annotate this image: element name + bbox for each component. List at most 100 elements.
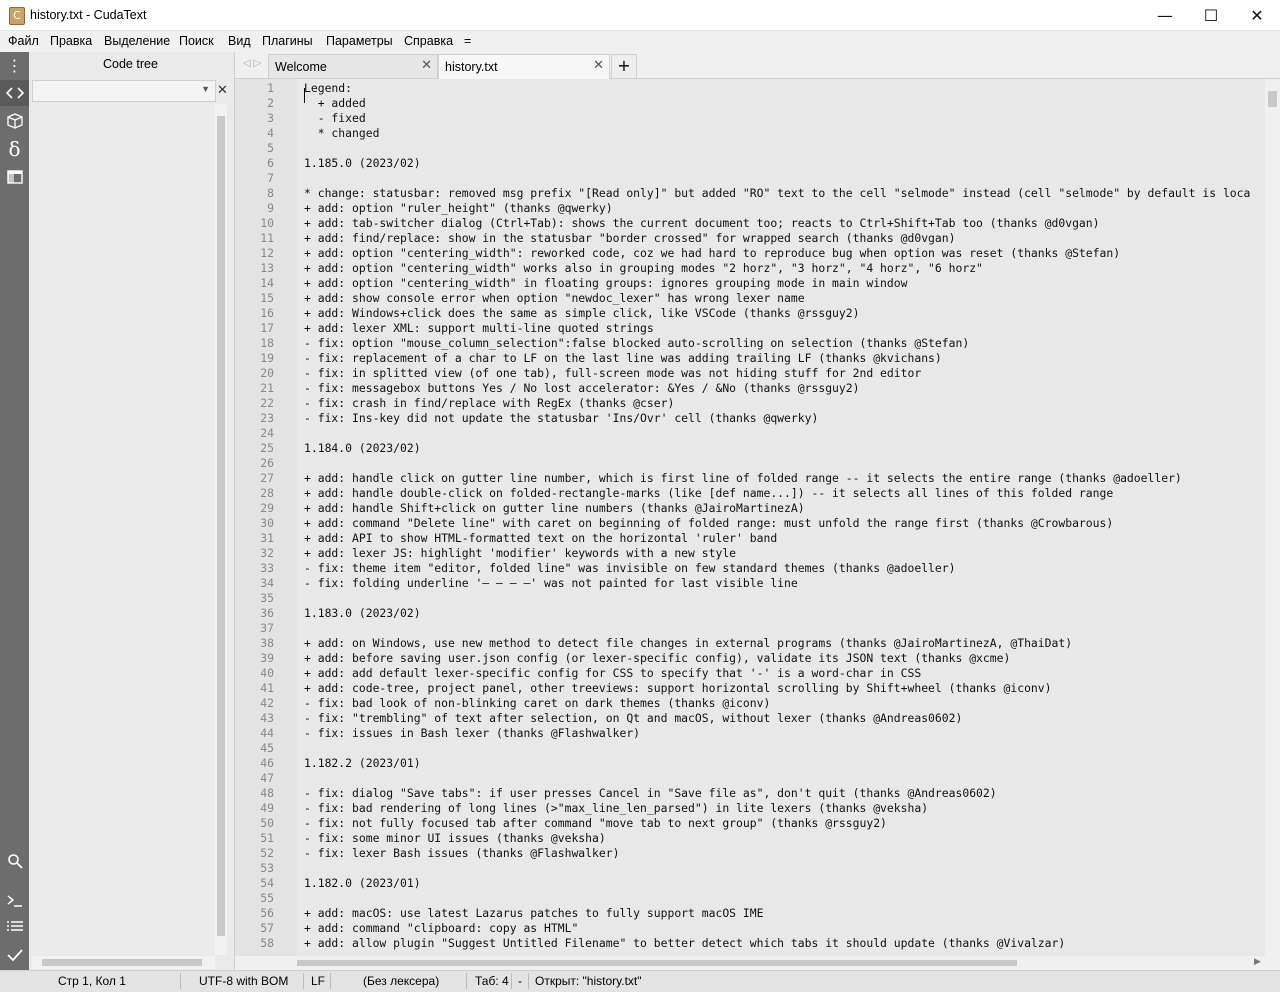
editor-line[interactable]: 20 - fix: in splitted view (of one tab), …: [235, 366, 1265, 381]
editor-horizontal-scrollbar[interactable]: ▶: [235, 956, 1265, 970]
editor-line[interactable]: 50 - fix: not fully focused tab after com…: [235, 816, 1265, 831]
status-position[interactable]: Стр 1, Кол 1: [58, 974, 126, 988]
editor-line[interactable]: 36 1.183.0 (2023/02): [235, 606, 1265, 621]
editor-line[interactable]: 4 * changed: [235, 126, 1265, 141]
editor-line[interactable]: 3 - fixed: [235, 111, 1265, 126]
editor-line[interactable]: 48 - fix: dialog "Save tabs": if user pre…: [235, 786, 1265, 801]
editor-line[interactable]: 44 - fix: issues in Bash lexer (thanks @F…: [235, 726, 1265, 741]
editor-line[interactable]: 29 + add: handle Shift+click on gutter li…: [235, 501, 1265, 516]
editor-line[interactable]: 24: [235, 426, 1265, 441]
console-icon[interactable]: [0, 888, 29, 914]
search-icon[interactable]: [0, 848, 29, 874]
output-icon[interactable]: [0, 914, 29, 940]
chevron-down-icon[interactable]: ▼: [201, 84, 210, 94]
editor-line[interactable]: 19 - fix: replacement of a char to LF on …: [235, 351, 1265, 366]
editor-line[interactable]: 30 + add: command "Delete line" with care…: [235, 516, 1265, 531]
editor-line[interactable]: 39 + add: before saving user.json config …: [235, 651, 1265, 666]
menu-view[interactable]: Вид: [228, 34, 251, 48]
close-icon[interactable]: ✕: [421, 58, 432, 73]
editor-line[interactable]: 31 + add: API to show HTML-formatted text…: [235, 531, 1265, 546]
editor[interactable]: 1 Legend: 2 + added 3 - fixed 4 * changed 5 6 1…: [235, 79, 1265, 956]
menu-selection[interactable]: Выделение: [104, 34, 170, 48]
panel-vertical-scrollbar[interactable]: [215, 104, 227, 955]
editor-line[interactable]: 14 + add: option "centering_width" in flo…: [235, 276, 1265, 291]
editor-line[interactable]: 11 + add: find/replace: show in the statu…: [235, 231, 1265, 246]
editor-line[interactable]: 51 - fix: some minor UI issues (thanks @v…: [235, 831, 1265, 846]
code-tree-filter-combo[interactable]: ▼: [32, 80, 216, 102]
editor-line[interactable]: 41 + add: code-tree, project panel, other…: [235, 681, 1265, 696]
code-tree-icon[interactable]: [0, 80, 29, 106]
editor-line[interactable]: 28 + add: handle double-click on folded-r…: [235, 486, 1265, 501]
editor-line[interactable]: 54 1.182.0 (2023/01): [235, 876, 1265, 891]
editor-line[interactable]: 21 - fix: messagebox buttons Yes / No los…: [235, 381, 1265, 396]
editor-line[interactable]: 7: [235, 171, 1265, 186]
editor-line[interactable]: 13 + add: option "centering_width" works …: [235, 261, 1265, 276]
editor-line[interactable]: 58 + add: allow plugin "Suggest Untitled …: [235, 936, 1265, 951]
editor-line[interactable]: 34 - fix: folding underline '— — — —' was…: [235, 576, 1265, 591]
menu-edit[interactable]: Правка: [50, 34, 92, 48]
close-icon[interactable]: ✕: [217, 83, 228, 98]
editor-line[interactable]: 10 + add: tab-switcher dialog (Ctrl+Tab):…: [235, 216, 1265, 231]
menu-plugins[interactable]: Плагины: [262, 34, 313, 48]
editor-line[interactable]: 5: [235, 141, 1265, 156]
menu-icon[interactable]: ⋮: [0, 52, 29, 78]
editor-line[interactable]: 40 + add: add default lexer-specific conf…: [235, 666, 1265, 681]
menu-help[interactable]: Справка: [404, 34, 453, 48]
maximize-button[interactable]: ☐: [1188, 0, 1234, 30]
status-encoding[interactable]: UTF-8 with BOM: [199, 974, 288, 988]
editor-line[interactable]: 15 + add: show console error when option …: [235, 291, 1265, 306]
project-icon[interactable]: [0, 108, 29, 134]
editor-line[interactable]: 55: [235, 891, 1265, 906]
editor-line[interactable]: 33 - fix: theme item "editor, folded line…: [235, 561, 1265, 576]
editor-line[interactable]: 6 1.185.0 (2023/02): [235, 156, 1265, 171]
status-lexer[interactable]: (Без лексера): [363, 974, 439, 988]
validate-icon[interactable]: [0, 942, 29, 968]
editor-line[interactable]: 45: [235, 741, 1265, 756]
status-tab-size[interactable]: Таб: 4: [475, 974, 509, 988]
editor-vertical-scrollbar[interactable]: [1265, 79, 1280, 956]
menu-search[interactable]: Поиск: [179, 34, 214, 48]
editor-line[interactable]: 52 - fix: lexer Bash issues (thanks @Flas…: [235, 846, 1265, 861]
editor-line[interactable]: 32 + add: lexer JS: highlight 'modifier' …: [235, 546, 1265, 561]
close-icon[interactable]: ✕: [593, 58, 604, 73]
menu-file[interactable]: Файл: [8, 34, 39, 48]
minimize-button[interactable]: —: [1142, 0, 1188, 30]
menu-extra[interactable]: =: [464, 34, 471, 48]
editor-line[interactable]: 8 * change: statusbar: removed msg prefix…: [235, 186, 1265, 201]
status-line-ending[interactable]: LF: [311, 974, 325, 988]
editor-line[interactable]: 38 + add: on Windows, use new method to d…: [235, 636, 1265, 651]
panel-scroll-thumb[interactable]: [217, 116, 225, 936]
editor-line[interactable]: 46 1.182.2 (2023/01): [235, 756, 1265, 771]
menu-options[interactable]: Параметры: [326, 34, 393, 48]
editor-line[interactable]: 17 + add: lexer XML: support multi-line q…: [235, 321, 1265, 336]
editor-line[interactable]: 53: [235, 861, 1265, 876]
editor-line[interactable]: 27 + add: handle click on gutter line num…: [235, 471, 1265, 486]
editor-line[interactable]: 1 Legend:: [235, 81, 1265, 96]
editor-line[interactable]: 56 + add: macOS: use latest Lazarus patch…: [235, 906, 1265, 921]
editor-line[interactable]: 16 + add: Windows+click does the same as …: [235, 306, 1265, 321]
panel-horizontal-scrollbar[interactable]: [32, 956, 215, 969]
editor-line[interactable]: 18 - fix: option "mouse_column_selection"…: [235, 336, 1265, 351]
editor-scroll-thumb[interactable]: [1268, 91, 1277, 107]
code-tree[interactable]: [32, 104, 215, 954]
tab-welcome[interactable]: Welcome ✕: [268, 54, 438, 78]
editor-line[interactable]: 43 - fix: "trembling" of text after selec…: [235, 711, 1265, 726]
close-window-button[interactable]: ✕: [1234, 0, 1280, 30]
editor-line[interactable]: 49 - fix: bad rendering of long lines (>"…: [235, 801, 1265, 816]
tabs-icon[interactable]: [0, 164, 29, 190]
add-tab-button[interactable]: +: [611, 54, 637, 79]
editor-line[interactable]: 12 + add: option "centering_width": rewor…: [235, 246, 1265, 261]
editor-line[interactable]: 37: [235, 621, 1265, 636]
tab-scroll-arrows[interactable]: ◁ ▷: [243, 58, 261, 69]
panel-hscroll-thumb[interactable]: [42, 959, 202, 966]
snippets-icon[interactable]: δ: [0, 136, 29, 162]
editor-hscroll-thumb[interactable]: [297, 960, 1017, 966]
editor-line[interactable]: 57 + add: command "clipboard: copy as HTM…: [235, 921, 1265, 936]
tab-history[interactable]: history.txt ✕: [438, 54, 610, 79]
editor-line[interactable]: 26: [235, 456, 1265, 471]
editor-line[interactable]: 42 - fix: bad look of non-blinking caret …: [235, 696, 1265, 711]
editor-line[interactable]: 2 + added: [235, 96, 1265, 111]
editor-line[interactable]: 22 - fix: crash in find/replace with RegE…: [235, 396, 1265, 411]
editor-line[interactable]: 23 - fix: Ins-key did not update the stat…: [235, 411, 1265, 426]
editor-line[interactable]: 47: [235, 771, 1265, 786]
